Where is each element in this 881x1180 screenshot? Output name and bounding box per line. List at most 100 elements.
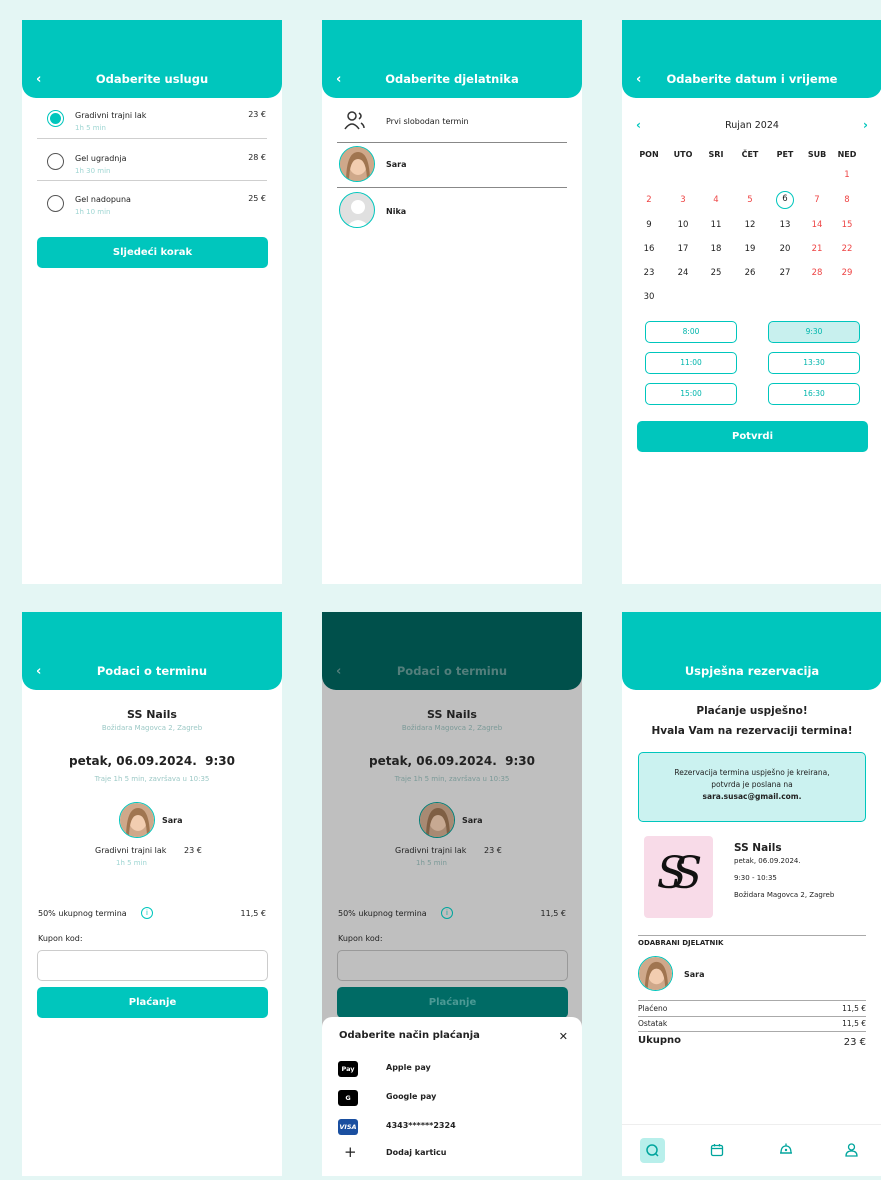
page-title: Odaberite datum i vrijeme xyxy=(666,72,838,86)
plus-icon: + xyxy=(344,1143,357,1161)
google-pay-icon: G Pay xyxy=(338,1090,358,1118)
calendar-day[interactable]: 14 xyxy=(802,220,832,230)
calendar-day[interactable]: 21 xyxy=(802,244,832,254)
worker-name: Sara xyxy=(684,970,705,979)
avatar xyxy=(419,802,455,838)
service-price: 25 € xyxy=(248,194,266,203)
payment-label: Dodaj karticu xyxy=(386,1148,447,1157)
calendar-day[interactable]: 27 xyxy=(770,268,800,278)
rest-value: 11,5 € xyxy=(842,1019,866,1028)
time-slot[interactable]: 15:00 xyxy=(645,383,737,405)
visa-icon: VISA xyxy=(338,1119,358,1135)
users-icon xyxy=(344,111,365,130)
calendar-day[interactable]: 30 xyxy=(634,292,664,302)
page-title: Odaberite djelatnika xyxy=(385,72,519,86)
info-icon[interactable]: i xyxy=(141,907,153,919)
time-slot[interactable]: 13:30 xyxy=(768,352,860,374)
weekday-label: PET xyxy=(776,150,794,159)
calendar-day[interactable]: 29 xyxy=(832,268,862,278)
time-slot[interactable]: 8:00 xyxy=(645,321,737,343)
header: Uspješna rezervacija xyxy=(622,612,881,690)
avatar-placeholder xyxy=(339,192,375,228)
calendar-day[interactable]: 9 xyxy=(634,220,664,230)
calendar-day[interactable]: 28 xyxy=(802,268,832,278)
calendar-day[interactable]: 12 xyxy=(735,220,765,230)
calendar-day[interactable]: 19 xyxy=(735,244,765,254)
coupon-label: Kupon kod: xyxy=(38,934,83,943)
nav-calendar-icon[interactable] xyxy=(710,1143,724,1157)
paid-label: Plaćeno xyxy=(638,1004,668,1013)
next-step-button[interactable]: Sljedeći korak xyxy=(37,237,268,268)
header: ‹ Odaberite datum i vrijeme xyxy=(622,20,881,98)
calendar-day[interactable]: 4 xyxy=(701,195,731,205)
deposit-label: 50% ukupnog termina xyxy=(338,909,427,918)
coupon-input[interactable] xyxy=(37,950,268,981)
calendar-day[interactable]: 24 xyxy=(668,268,698,278)
time-slot[interactable]: 16:30 xyxy=(768,383,860,405)
appointment-datetime: petak, 06.09.2024. 9:30 xyxy=(369,754,535,768)
calendar-day[interactable]: 23 xyxy=(634,268,664,278)
salon-address: Božidara Magovca 2, Zagreb xyxy=(401,724,503,732)
calendar-day[interactable]: 6 xyxy=(776,191,794,209)
salon-logo: SS xyxy=(644,836,713,918)
booking-date: petak, 06.09.2024. xyxy=(734,857,801,865)
nav-profile-icon[interactable] xyxy=(844,1142,859,1157)
calendar-day[interactable]: 10 xyxy=(668,220,698,230)
time-slot[interactable]: 9:30 xyxy=(768,321,860,343)
weekday-label: ČET xyxy=(741,150,759,159)
close-icon[interactable]: ✕ xyxy=(559,1030,568,1043)
info-icon[interactable]: i xyxy=(441,907,453,919)
calendar-day[interactable]: 13 xyxy=(770,220,800,230)
calendar-day[interactable]: 15 xyxy=(832,220,862,230)
time-slot[interactable]: 11:00 xyxy=(645,352,737,374)
nav-bell-icon[interactable] xyxy=(778,1142,794,1158)
worker-heading: ODABRANI DJELATNIK xyxy=(638,939,724,947)
avatar xyxy=(119,802,155,838)
salon-address: Božidara Magovca 2, Zagreb xyxy=(734,891,835,899)
service-price: 23 € xyxy=(184,846,202,855)
calendar-day[interactable]: 2 xyxy=(634,195,664,205)
payment-label: 4343******2324 xyxy=(386,1121,456,1130)
notice-line: potvrda je poslana na xyxy=(711,780,793,789)
confirm-button[interactable]: Potvrdi xyxy=(637,421,868,452)
calendar-day[interactable]: 22 xyxy=(832,244,862,254)
header: ‹ Podaci o terminu xyxy=(22,612,282,690)
radio-selected-icon[interactable] xyxy=(47,110,64,127)
worker-name: Sara xyxy=(386,160,407,169)
bottom-nav xyxy=(622,1124,881,1176)
avatar xyxy=(339,146,375,182)
screen-appointment-details: ‹ Podaci o terminu SS Nails Božidara Mag… xyxy=(22,612,282,1176)
nav-search-icon[interactable] xyxy=(640,1138,665,1163)
sheet-title: Odaberite način plaćanja xyxy=(339,1030,480,1041)
calendar-day[interactable]: 16 xyxy=(634,244,664,254)
notice-email: sara.susac@gmail.com. xyxy=(702,792,802,801)
calendar-day[interactable]: 8 xyxy=(832,195,862,205)
page-title: Podaci o terminu xyxy=(96,664,208,678)
calendar-day[interactable]: 1 xyxy=(832,170,862,180)
next-month-button[interactable]: › xyxy=(863,118,868,132)
service-duration: 1h 10 min xyxy=(75,208,111,216)
worker-name: Nika xyxy=(386,207,407,216)
radio-unselected-icon[interactable] xyxy=(47,153,64,170)
calendar-day[interactable]: 25 xyxy=(701,268,731,278)
calendar-day[interactable]: 17 xyxy=(668,244,698,254)
coupon-input[interactable] xyxy=(337,950,568,981)
avatar xyxy=(638,956,673,991)
divider xyxy=(37,138,267,139)
calendar-day[interactable]: 11 xyxy=(701,220,731,230)
service-duration: 1h 5 min xyxy=(416,859,447,867)
calendar-day[interactable]: 5 xyxy=(735,195,765,205)
calendar-day[interactable]: 7 xyxy=(802,195,832,205)
notice-line: Rezervacija termina uspješno je kreirana… xyxy=(674,768,830,777)
service-name: Gel ugradnja xyxy=(75,154,127,163)
calendar-day[interactable]: 3 xyxy=(668,195,698,205)
calendar-day[interactable]: 18 xyxy=(701,244,731,254)
calendar-day[interactable]: 26 xyxy=(735,268,765,278)
radio-unselected-icon[interactable] xyxy=(47,195,64,212)
calendar-day[interactable]: 20 xyxy=(770,244,800,254)
weekday-label: UTO xyxy=(673,150,693,159)
payment-button[interactable]: Plaćanje xyxy=(37,987,268,1018)
coupon-label: Kupon kod: xyxy=(338,934,383,943)
screen-select-datetime: ‹ Odaberite datum i vrijeme ‹ Rujan 2024… xyxy=(622,20,881,584)
payment-button[interactable]: Plaćanje xyxy=(337,987,568,1018)
